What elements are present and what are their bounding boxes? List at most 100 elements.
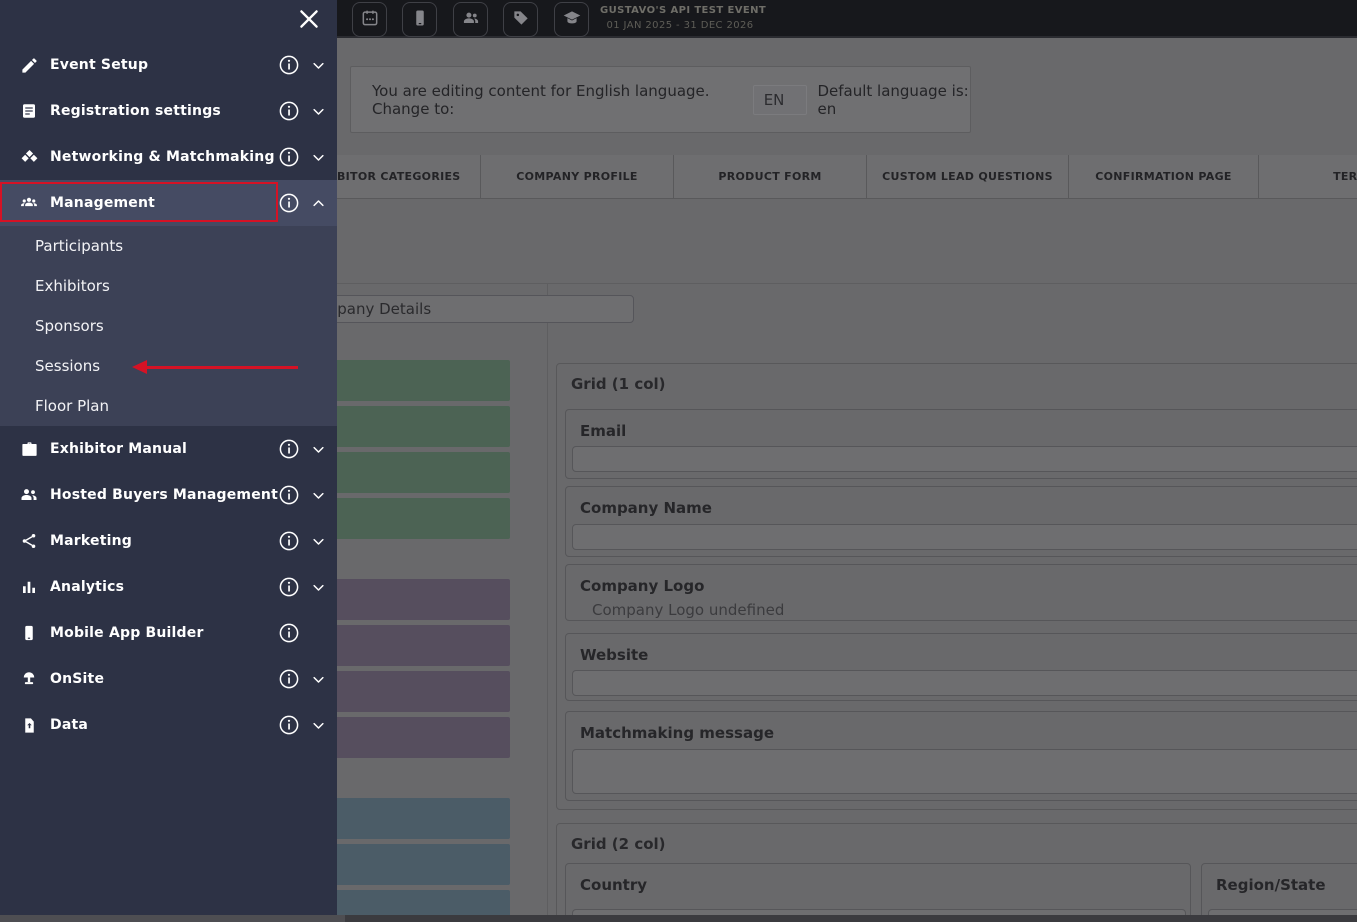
info-icon[interactable] — [278, 100, 300, 122]
mobile-app-button[interactable] — [402, 2, 437, 37]
chevron-down-icon[interactable] — [309, 104, 327, 119]
people-icon — [461, 8, 481, 32]
tickets-button[interactable] — [503, 2, 538, 37]
field-matchmaking-message: Matchmaking message — [565, 711, 1357, 801]
chevron-down-icon[interactable] — [309, 534, 327, 549]
field-matchmaking-label: Matchmaking message — [580, 724, 774, 742]
bar-chart-icon — [18, 578, 40, 596]
phone-icon — [410, 8, 430, 32]
language-select-value: EN — [764, 91, 785, 109]
section-name-input[interactable]: Company Details — [290, 295, 634, 323]
field-email: Email — [565, 409, 1357, 479]
info-icon[interactable] — [278, 530, 300, 552]
sidebar-item-mobile-app-builder[interactable]: Mobile App Builder — [0, 610, 337, 656]
event-dates: 01 JAN 2025 - 31 DEC 2026 — [600, 20, 760, 31]
info-icon[interactable] — [278, 576, 300, 598]
annotation-arrow — [146, 366, 298, 369]
chevron-down-icon[interactable] — [309, 718, 327, 733]
chevron-down-icon[interactable] — [309, 580, 327, 595]
sidebar-item-label: Mobile App Builder — [50, 625, 278, 641]
sidebar-item-networking-matchmaking[interactable]: Networking & Matchmaking — [0, 134, 337, 180]
chevron-down-icon[interactable] — [309, 58, 327, 73]
info-icon[interactable] — [278, 714, 300, 736]
field-company-logo: Company Logo Company Logo undefined — [565, 564, 1357, 621]
handshake-icon — [18, 148, 40, 167]
sidebar-item-label: Data — [50, 717, 278, 733]
field-company-name-label: Company Name — [580, 499, 712, 517]
sidebar-item-event-setup[interactable]: Event Setup — [0, 42, 337, 88]
chevron-down-icon[interactable] — [309, 672, 327, 687]
groups-icon — [18, 193, 40, 213]
sidebar-item-label: Event Setup — [50, 57, 278, 73]
website-input[interactable] — [572, 670, 1357, 696]
info-icon[interactable] — [278, 484, 300, 506]
calendar-button[interactable] — [352, 2, 387, 37]
sidebar-nav: Event Setup Registration settings Networ… — [0, 42, 337, 748]
sidebar-item-exhibitor-manual[interactable]: Exhibitor Manual — [0, 426, 337, 472]
annotation-arrow-head — [132, 360, 147, 374]
chevron-down-icon[interactable] — [309, 442, 327, 457]
tab-company-profile[interactable]: COMPANY PROFILE — [480, 155, 673, 198]
chevron-down-icon[interactable] — [309, 150, 327, 165]
pencil-icon — [18, 56, 40, 75]
tab-custom-lead-questions[interactable]: CUSTOM LEAD QUESTIONS — [866, 155, 1068, 198]
company-name-input[interactable] — [572, 524, 1357, 550]
sidebar-menu: Event Setup Registration settings Networ… — [0, 0, 337, 915]
info-icon[interactable] — [278, 192, 300, 214]
event-info: GUSTAVO'S API TEST EVENT 01 JAN 2025 - 3… — [600, 5, 760, 31]
scrollbar-thumb[interactable] — [345, 915, 1357, 922]
submenu-item-exhibitors[interactable]: Exhibitors — [0, 266, 337, 306]
language-select[interactable]: EN — [753, 85, 808, 115]
tab-terms[interactable]: TERMS — [1258, 155, 1357, 198]
info-icon[interactable] — [278, 668, 300, 690]
info-icon[interactable] — [278, 438, 300, 460]
sidebar-item-label: Analytics — [50, 579, 278, 595]
field-region-state: Region/State — [1201, 863, 1357, 922]
chevron-up-icon[interactable] — [309, 196, 327, 211]
sidebar-item-label: Networking & Matchmaking — [50, 149, 278, 165]
education-button[interactable] — [554, 2, 589, 37]
tab-confirmation-page[interactable]: CONFIRMATION PAGE — [1068, 155, 1258, 198]
phone-icon — [18, 624, 40, 642]
sidebar-item-registration-settings[interactable]: Registration settings — [0, 88, 337, 134]
sidebar-item-management[interactable]: Management — [0, 180, 337, 226]
palette-divider — [547, 284, 548, 922]
briefcase-icon — [18, 440, 40, 459]
form-icon — [18, 102, 40, 120]
sidebar-item-label: Hosted Buyers Management — [50, 487, 278, 503]
file-upload-icon — [18, 717, 40, 734]
share-icon — [18, 532, 40, 550]
submenu-item-participants[interactable]: Participants — [0, 226, 337, 266]
chevron-down-icon[interactable] — [309, 488, 327, 503]
tag-icon — [511, 8, 531, 32]
info-icon[interactable] — [278, 622, 300, 644]
sidebar-item-label: OnSite — [50, 671, 278, 687]
horizontal-scrollbar — [0, 915, 1357, 922]
app-screen: GUSTAVO'S API TEST EVENT 01 JAN 2025 - 3… — [0, 0, 1357, 922]
email-input[interactable] — [572, 446, 1357, 472]
tab-strip: EXHIBITOR CATEGORIES COMPANY PROFILE PRO… — [287, 155, 1357, 199]
sidebar-item-onsite[interactable]: OnSite — [0, 656, 337, 702]
grid-2col-panel: Grid (2 col) Country Region/State — [556, 823, 1357, 922]
attendees-button[interactable] — [453, 2, 488, 37]
submenu-item-floor-plan[interactable]: Floor Plan — [0, 386, 337, 426]
field-company-logo-label: Company Logo — [580, 577, 704, 595]
sidebar-item-data[interactable]: Data — [0, 702, 337, 748]
people-icon — [18, 485, 40, 505]
language-banner: You are editing content for English lang… — [350, 66, 971, 133]
close-icon[interactable] — [296, 6, 322, 32]
matchmaking-textarea[interactable] — [572, 749, 1357, 794]
field-website-label: Website — [580, 646, 648, 664]
submenu-item-sponsors[interactable]: Sponsors — [0, 306, 337, 346]
event-name: GUSTAVO'S API TEST EVENT — [600, 5, 760, 16]
company-logo-note: Company Logo undefined — [592, 601, 784, 619]
sidebar-item-marketing[interactable]: Marketing — [0, 518, 337, 564]
field-country: Country — [565, 863, 1191, 922]
info-icon[interactable] — [278, 54, 300, 76]
info-icon[interactable] — [278, 146, 300, 168]
field-country-label: Country — [580, 876, 647, 894]
grid-2col-title: Grid (2 col) — [571, 835, 666, 853]
sidebar-item-analytics[interactable]: Analytics — [0, 564, 337, 610]
tab-product-form[interactable]: PRODUCT FORM — [673, 155, 866, 198]
sidebar-item-hosted-buyers-management[interactable]: Hosted Buyers Management — [0, 472, 337, 518]
